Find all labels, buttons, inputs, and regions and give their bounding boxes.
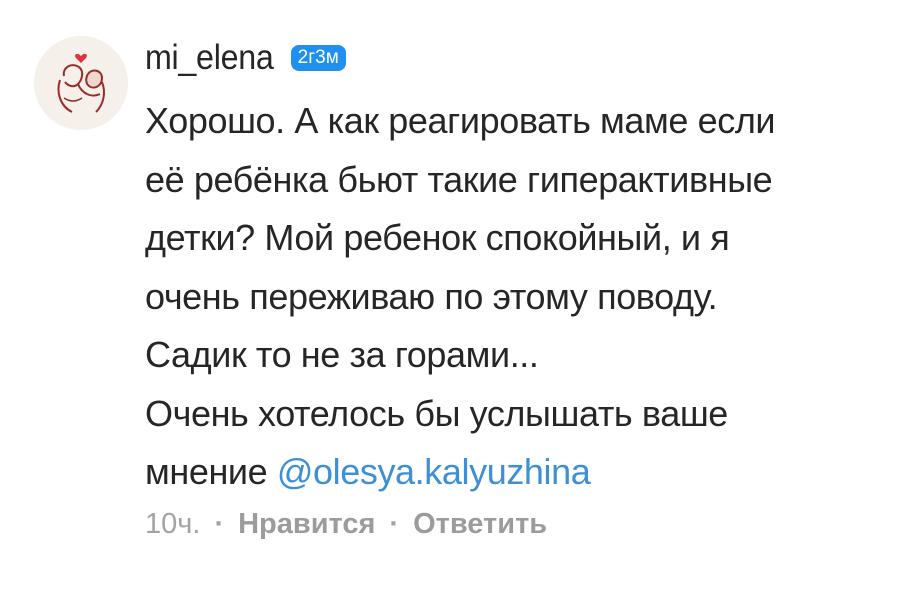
comment-timestamp: 10ч. (145, 508, 201, 540)
comment-text: Хорошо. А как реагировать маме если её р… (145, 92, 895, 502)
avatar[interactable] (34, 36, 128, 130)
comment-header: mi_elena 2г3м (145, 32, 895, 84)
separator-dot: · (389, 508, 400, 540)
comment-line-last: мнение @olesya.kalyuzhina (145, 443, 895, 502)
comment-line-prefix: мнение (145, 451, 277, 492)
comment-actions: 10ч. · Нравится · Ответить (145, 508, 547, 541)
comment-line: детки? Мой ребенок спокойный, и я (145, 217, 730, 258)
comment-line: её ребёнка бьют такие гиперактивные (145, 158, 773, 200)
comment-line: Хорошо. А как реагировать маме если (145, 100, 776, 141)
reply-button[interactable]: Ответить (413, 508, 547, 541)
like-button[interactable]: Нравится (238, 508, 375, 541)
comment-body: mi_elena 2г3м Хорошо. А как реагировать … (145, 32, 895, 502)
username-link[interactable]: mi_elena (145, 38, 274, 78)
time-badge: 2г3м (290, 45, 346, 71)
mother-child-heart-logo-icon (34, 36, 128, 130)
comment-line: Садик то не за горами... (145, 334, 539, 375)
separator-dot: · (214, 508, 225, 540)
mention-link[interactable]: @olesya.kalyuzhina (277, 451, 591, 492)
comment: mi_elena 2г3м Хорошо. А как реагировать … (0, 0, 911, 600)
comment-line: очень переживаю по этому поводу. (145, 275, 718, 317)
comment-line: Очень хотелось бы услышать ваше (145, 392, 728, 434)
